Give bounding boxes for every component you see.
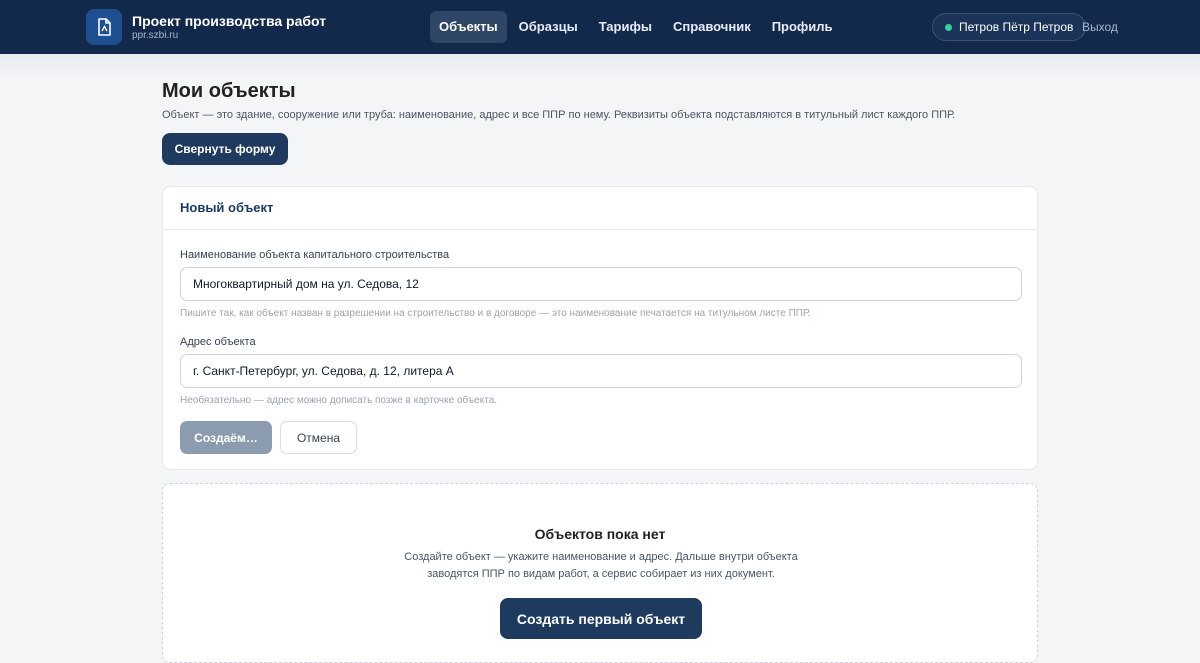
create-first-object-button[interactable]: Создать первый объект [500, 598, 702, 639]
nav-tariffs[interactable]: Тарифы [590, 11, 661, 43]
address-field-hint: Необязательно — адрес можно дописать поз… [180, 395, 498, 406]
app-title: Проект производства работ [132, 13, 327, 29]
brand[interactable]: Проект производства работ ppr.szbi.ru [86, 9, 326, 45]
object-name-input[interactable] [180, 267, 1022, 301]
create-button-loading[interactable]: Создаём… [180, 421, 272, 454]
top-navigation-bar: Проект производства работ ppr.szbi.ru Об… [0, 0, 1200, 54]
nav-reference[interactable]: Справочник [664, 11, 760, 43]
empty-state-title: Объектов пока нет [534, 526, 666, 542]
document-icon [86, 9, 122, 45]
user-menu[interactable]: Петров Пётр Петров [932, 13, 1087, 41]
page-description: Объект — это здание, сооружение или труб… [162, 109, 956, 121]
empty-state-description: Создайте объект — укажите наименование и… [403, 549, 799, 583]
form-header: Новый объект [163, 187, 1037, 230]
empty-state-line: заводятся ППР по видам работ, а сервис с… [427, 568, 775, 580]
empty-state: Объектов пока нет Создайте объект — укаж… [162, 483, 1038, 663]
nav-samples[interactable]: Образцы [510, 11, 587, 43]
object-address-input[interactable] [180, 354, 1022, 388]
form-title: Новый объект [180, 200, 274, 215]
main-nav: Объекты Образцы Тарифы Справочник Профил… [430, 11, 845, 43]
nav-objects[interactable]: Объекты [430, 11, 507, 43]
address-field-label: Адрес объекта [180, 336, 256, 348]
app-domain: ppr.szbi.ru [132, 30, 179, 41]
name-field-hint: Пишите так, как объект назван в разрешен… [180, 308, 811, 319]
nav-profile[interactable]: Профиль [763, 11, 842, 43]
collapse-form-button[interactable]: Свернуть форму [162, 133, 288, 165]
cancel-button[interactable]: Отмена [280, 421, 357, 454]
name-field-label: Наименование объекта капитального строит… [180, 249, 450, 261]
online-status-icon [945, 23, 952, 31]
page-title: Мои объекты [162, 80, 296, 102]
logout-link[interactable]: Выход [1082, 20, 1118, 34]
empty-state-line: Создайте объект — укажите наименование и… [404, 551, 798, 563]
user-name: Петров Пётр Петров [959, 20, 1074, 34]
new-object-form: Новый объект Наименование объекта капита… [162, 186, 1038, 470]
header-shadow [0, 54, 1200, 80]
